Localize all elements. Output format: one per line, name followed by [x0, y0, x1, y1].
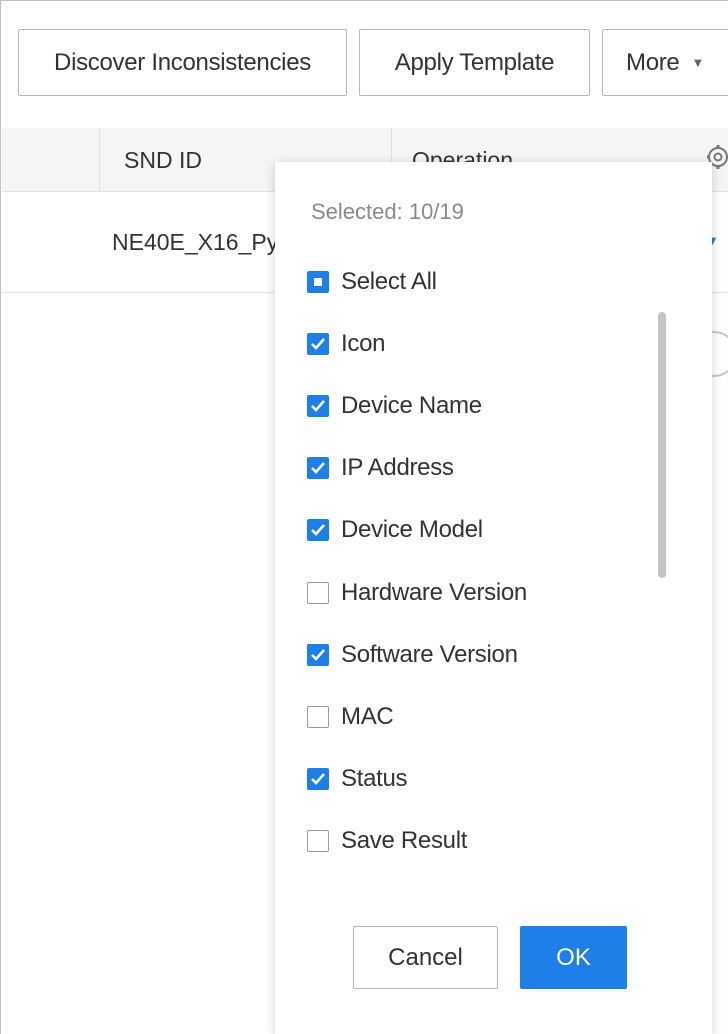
- column-divider: [99, 128, 100, 192]
- option-label: Device Model: [341, 516, 483, 543]
- option-status[interactable]: Status: [307, 759, 408, 799]
- option-label: Icon: [341, 330, 386, 357]
- option-device-name[interactable]: Device Name: [307, 386, 482, 426]
- ok-label: OK: [556, 943, 591, 971]
- ok-button[interactable]: OK: [520, 926, 627, 989]
- cancel-button[interactable]: Cancel: [353, 926, 498, 989]
- caret-down-icon: ▼: [691, 55, 705, 70]
- empty-checkbox-icon: [307, 582, 329, 604]
- checkmark-icon: [307, 519, 329, 541]
- scrollbar-thumb[interactable]: [658, 312, 666, 578]
- discover-inconsistencies-button[interactable]: Discover Inconsistencies: [18, 29, 347, 96]
- partial-checkbox-icon: [307, 271, 329, 293]
- column-picker-panel: Selected: 10/19 Select All Icon Device N…: [275, 162, 712, 1034]
- option-label: Status: [341, 765, 408, 792]
- checkmark-icon: [307, 395, 329, 417]
- checkmark-icon: [307, 457, 329, 479]
- column-header-snd-id[interactable]: SND ID: [124, 128, 202, 192]
- select-all-label: Select All: [341, 268, 437, 295]
- cell-snd-id: NE40E_X16_Py: [112, 229, 279, 255]
- selected-count: Selected: 10/19: [311, 199, 464, 224]
- option-mac[interactable]: MAC: [307, 697, 394, 737]
- option-icon[interactable]: Icon: [307, 324, 385, 364]
- option-label: Save Result: [341, 827, 468, 854]
- checkmark-icon: [307, 644, 329, 666]
- option-label: Device Name: [341, 392, 482, 419]
- discover-inconsistencies-label: Discover Inconsistencies: [54, 48, 311, 76]
- option-hardware-version[interactable]: Hardware Version: [307, 573, 527, 613]
- empty-checkbox-icon: [307, 830, 329, 852]
- option-label: Hardware Version: [341, 579, 527, 606]
- more-button[interactable]: More ▼: [602, 29, 728, 96]
- select-all-checkbox[interactable]: Select All: [307, 262, 437, 302]
- option-label: Software Version: [341, 641, 518, 668]
- more-label: More: [626, 48, 680, 76]
- empty-checkbox-icon: [307, 706, 329, 728]
- apply-template-label: Apply Template: [394, 48, 555, 76]
- option-device-model[interactable]: Device Model: [307, 510, 483, 550]
- cancel-label: Cancel: [388, 943, 463, 971]
- option-label: IP Address: [341, 454, 454, 481]
- checkmark-icon: [307, 333, 329, 355]
- option-software-version[interactable]: Software Version: [307, 635, 518, 675]
- app-frame: Discover Inconsistencies Apply Template …: [0, 0, 728, 1034]
- option-save-result[interactable]: Save Result: [307, 821, 467, 861]
- option-label: MAC: [341, 703, 394, 730]
- checkmark-icon: [307, 768, 329, 790]
- option-ip-address[interactable]: IP Address: [307, 448, 454, 488]
- apply-template-button[interactable]: Apply Template: [359, 29, 590, 96]
